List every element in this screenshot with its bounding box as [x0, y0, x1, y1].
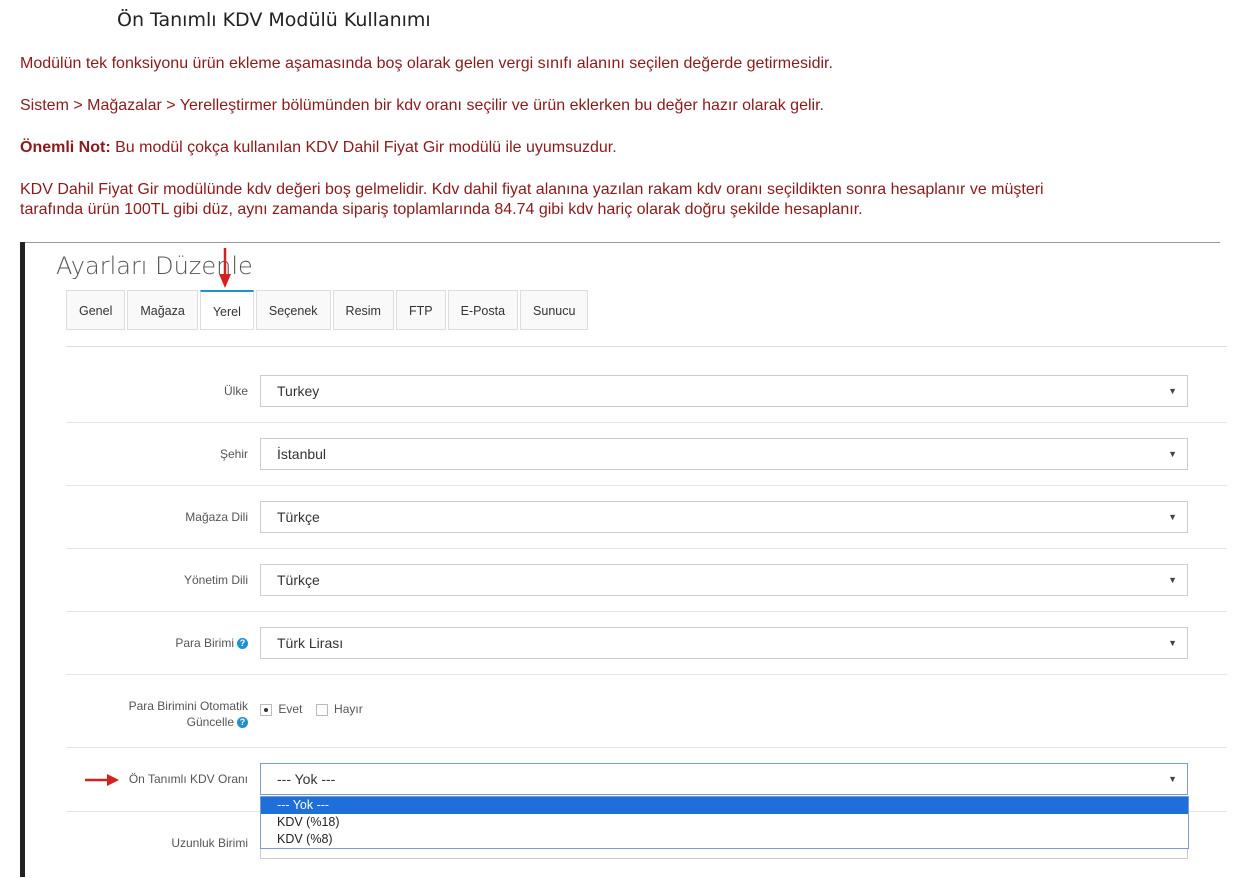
form-row-country: Ülke Turkey ▼ [66, 360, 1227, 423]
caret-down-icon: ▼ [1168, 512, 1177, 522]
country-label: Ülke [223, 384, 248, 398]
note-label: Önemli Not: [20, 139, 111, 156]
vat-option-18[interactable]: KDV (%18) [261, 814, 1188, 831]
country-value: Turkey [277, 383, 320, 399]
store-language-value: Türkçe [277, 509, 320, 525]
settings-screenshot: Ayarları Düzenle Genel Mağaza Yerel Seçe… [20, 242, 1227, 877]
form-row-currency: Para Birimi? Türk Lirası ▼ [66, 612, 1227, 675]
arrow-right-icon [85, 774, 119, 786]
caret-down-icon: ▼ [1168, 638, 1177, 648]
form-row-city: Şehir İstanbul ▼ [66, 423, 1227, 486]
vat-dropdown-list: --- Yok --- KDV (%18) KDV (%8) [260, 796, 1189, 849]
caret-down-icon: ▼ [1168, 386, 1177, 396]
city-label: Şehir [219, 447, 248, 461]
tab-resim[interactable]: Resim [332, 290, 394, 330]
currency-label-wrap: Para Birimi? [78, 636, 248, 650]
vat-option-8[interactable]: KDV (%8) [261, 831, 1188, 848]
top-divider [25, 242, 1220, 243]
length-unit-label: Uzunluk Birimi [171, 836, 248, 850]
auto-update-label: Para Birimini Otomatik Güncelle? [78, 698, 248, 730]
caret-down-icon: ▼ [1168, 449, 1177, 459]
yes-label: Evet [278, 702, 303, 716]
help-icon[interactable]: ? [237, 717, 248, 729]
store-language-select[interactable]: Türkçe ▼ [260, 501, 1188, 533]
caret-down-icon: ▼ [1168, 774, 1177, 784]
yes-radio[interactable] [260, 703, 272, 716]
auto-update-label-line-2: Güncelle [186, 715, 234, 729]
vat-value: --- Yok --- [277, 771, 336, 787]
form-row-admin-language: Yönetim Dili Türkçe ▼ [66, 549, 1227, 612]
currency-label: Para Birimi [175, 636, 234, 650]
tab-divider [66, 346, 1227, 347]
no-label: Hayır [334, 702, 363, 716]
important-note: Önemli Not: Bu modül çokça kullanılan KD… [20, 138, 617, 158]
auto-update-options: Evet Hayır [260, 702, 363, 716]
country-select[interactable]: Turkey ▼ [260, 375, 1188, 407]
caret-down-icon: ▼ [1168, 575, 1177, 585]
currency-select[interactable]: Türk Lirası ▼ [260, 627, 1188, 659]
note-text: Bu modül çokça kullanılan KDV Dahil Fiya… [110, 139, 617, 156]
form-row-store-language: Mağaza Dili Türkçe ▼ [66, 486, 1227, 549]
tab-eposta[interactable]: E-Posta [447, 290, 519, 330]
admin-language-label: Yönetim Dili [183, 573, 248, 587]
left-border [20, 242, 25, 877]
city-value: İstanbul [277, 446, 327, 462]
settings-panel: Genel Mağaza Yerel Seçenek Resim FTP E-P… [50, 280, 1234, 877]
vat-option-none[interactable]: --- Yok --- [261, 797, 1188, 814]
paragraph-3-line-1: KDV Dahil Fiyat Gir modülünde kdv değeri… [20, 181, 1044, 198]
no-radio[interactable] [315, 703, 328, 716]
tab-bar: Genel Mağaza Yerel Seçenek Resim FTP E-P… [66, 290, 590, 332]
form-row-auto-update: Para Birimini Otomatik Güncelle? Evet Ha… [66, 675, 1227, 748]
paragraph-1: Modülün tek fonksiyonu ürün ekleme aşama… [20, 55, 833, 72]
city-select[interactable]: İstanbul ▼ [260, 438, 1188, 470]
vat-select[interactable]: --- Yok --- ▼ [260, 763, 1188, 795]
tab-magaza[interactable]: Mağaza [127, 290, 198, 330]
paragraph-3-line-2: tarafında ürün 100TL gibi düz, aynı zama… [20, 201, 863, 218]
auto-update-label-line-1: Para Birimini Otomatik [128, 699, 248, 713]
tab-yerel[interactable]: Yerel [199, 290, 254, 330]
currency-value: Türk Lirası [277, 635, 344, 651]
admin-language-value: Türkçe [277, 572, 320, 588]
tab-sunucu[interactable]: Sunucu [520, 290, 589, 330]
tab-ftp[interactable]: FTP [395, 290, 446, 330]
paragraph-2: Sistem > Mağazalar > Yerelleştirmer bölü… [20, 97, 824, 114]
help-icon[interactable]: ? [237, 638, 248, 650]
tab-secenek[interactable]: Seçenek [255, 290, 331, 330]
store-language-label: Mağaza Dili [185, 510, 248, 524]
document-title: Ön Tanımlı KDV Modülü Kullanımı [117, 9, 431, 31]
tab-genel[interactable]: Genel [66, 290, 126, 330]
admin-language-select[interactable]: Türkçe ▼ [260, 564, 1188, 596]
